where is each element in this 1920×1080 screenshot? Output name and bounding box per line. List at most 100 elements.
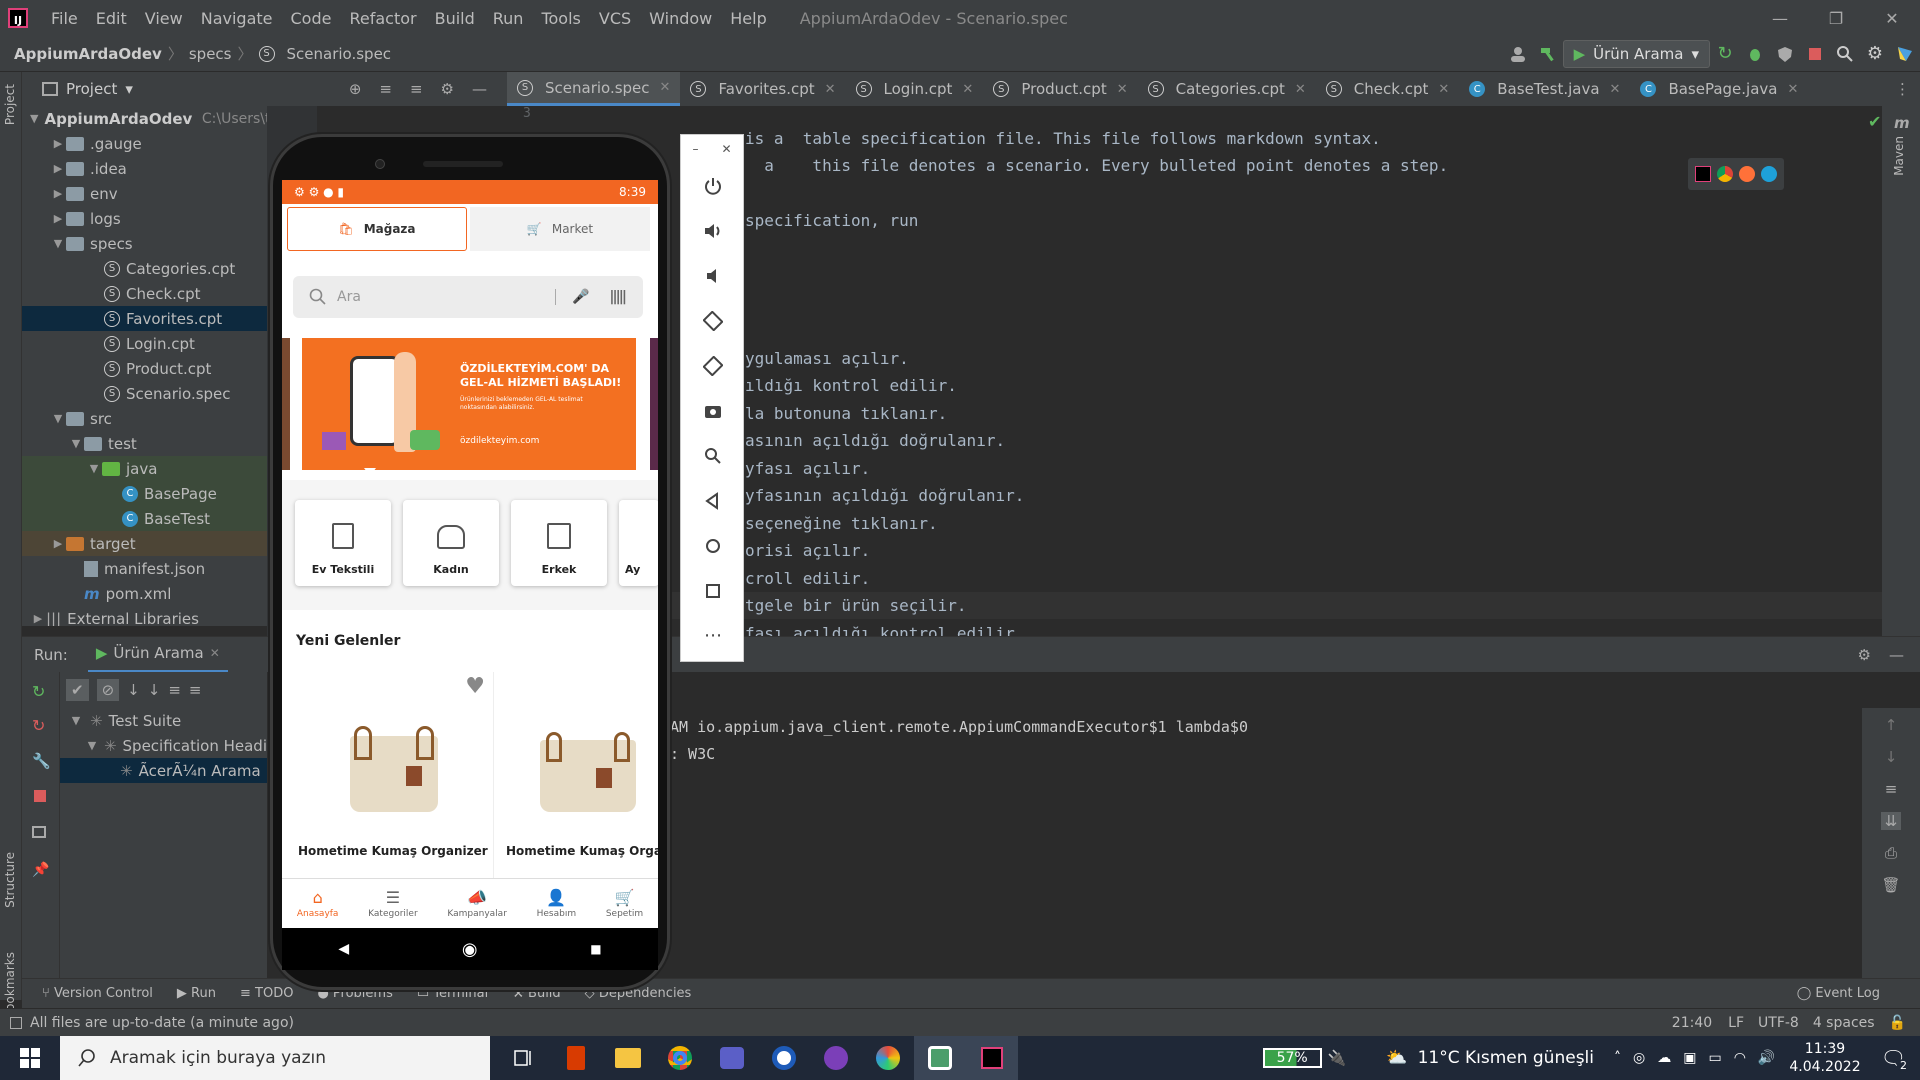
tree-row-root[interactable]: ▼AppiumArdaOdev C:\Users\testinium\IdeaP…: [22, 106, 267, 131]
coverage-shield-icon[interactable]: [1770, 39, 1800, 69]
intellij-browser-icon[interactable]: [1695, 166, 1711, 182]
tree-row-login[interactable]: S Login.cpt: [22, 331, 267, 356]
show-passed-icon[interactable]: ✔: [66, 679, 89, 701]
home-icon[interactable]: [681, 523, 745, 568]
menu-help[interactable]: Help: [721, 0, 775, 36]
scroll-to-end-icon[interactable]: ⇊: [1880, 812, 1902, 830]
status-message[interactable]: All files are up-to-date (a minute ago): [30, 1015, 294, 1031]
camera-tray-icon[interactable]: ◎: [1633, 1050, 1645, 1066]
tool-todo[interactable]: ≡ TODO: [240, 986, 293, 1001]
battery-tray-icon[interactable]: ▭: [1708, 1050, 1721, 1066]
category-erkek[interactable]: Erkek: [511, 500, 607, 586]
close-icon[interactable]: ✕: [962, 82, 973, 97]
inspection-ok-icon[interactable]: ✔: [1868, 112, 1881, 131]
firefox-icon[interactable]: [1739, 166, 1755, 182]
rotate-right-icon[interactable]: [681, 343, 745, 388]
volume-icon[interactable]: 🔊: [1758, 1050, 1775, 1066]
nav-account[interactable]: 👤 Hesabım: [537, 888, 577, 919]
menu-run[interactable]: Run: [484, 0, 533, 36]
tree-row-env[interactable]: ▶ env: [22, 181, 267, 206]
tab-basetest[interactable]: C BaseTest.java ✕: [1459, 72, 1630, 106]
wifi-icon[interactable]: ◠: [1734, 1050, 1746, 1066]
collapsed-arrow-icon[interactable]: ▶: [50, 137, 66, 150]
teams-app-icon[interactable]: [706, 1036, 758, 1080]
tree-row-idea[interactable]: ▶ .idea: [22, 156, 267, 181]
tab-categories[interactable]: S Categories.cpt ✕: [1138, 72, 1316, 106]
search-icon[interactable]: [1830, 39, 1860, 69]
tab-check[interactable]: S Check.cpt ✕: [1316, 72, 1459, 106]
structure-tool-tab[interactable]: Structure: [3, 852, 17, 908]
tab-product[interactable]: S Product.cpt ✕: [983, 72, 1137, 106]
tree-row-specs[interactable]: ▼ specs: [22, 231, 267, 256]
expanded-arrow-icon[interactable]: ▼: [68, 714, 84, 727]
menu-edit[interactable]: Edit: [87, 0, 136, 36]
tree-row-categories[interactable]: S Categories.cpt: [22, 256, 267, 281]
chevron-up-icon[interactable]: ˄: [1614, 1050, 1621, 1066]
minimize-icon[interactable]: –: [692, 142, 698, 156]
tree-row-pom[interactable]: m pom.xml: [22, 581, 267, 606]
overview-icon[interactable]: [681, 568, 745, 613]
close-icon[interactable]: ✕: [721, 142, 731, 156]
arrow-up-icon[interactable]: ↑: [1885, 716, 1898, 734]
arrow-down-icon[interactable]: ↓: [1885, 748, 1898, 766]
tree-row-logs[interactable]: ▶ logs: [22, 206, 267, 231]
app-icon-active[interactable]: [914, 1036, 966, 1080]
nav-categories[interactable]: ☰ Kategoriler: [368, 888, 417, 919]
onedrive-cloud-icon[interactable]: ☁: [1657, 1050, 1671, 1066]
collapse-all-icon[interactable]: ≡: [189, 681, 202, 699]
office-app-icon[interactable]: [550, 1036, 602, 1080]
back-icon[interactable]: [681, 478, 745, 523]
camera-screenshot-icon[interactable]: [681, 388, 745, 433]
pin-icon[interactable]: 📌: [32, 862, 49, 878]
nav-home[interactable]: ⌂ Anasayfa: [297, 888, 339, 919]
tab-store[interactable]: 🛍 Mağaza: [287, 207, 467, 251]
rerun-icon[interactable]: ↻: [1710, 39, 1740, 69]
heart-icon[interactable]: ♥: [465, 674, 485, 699]
tab-market[interactable]: 🛒 Market: [470, 207, 650, 251]
tree-row-scenario[interactable]: S Scenario.spec: [22, 381, 267, 406]
maximize-button[interactable]: ❐: [1808, 0, 1864, 36]
product-card[interactable]: ♥ Hometime Kumaş Organizer: [294, 672, 494, 882]
phone-screen[interactable]: ⚙ ⚙ ● ▮ 8:39 🛍 Mağaza 🛒 Market Ara 🎤 |||||…: [282, 180, 658, 928]
tab-login[interactable]: S Login.cpt ✕: [846, 72, 984, 106]
collapsed-arrow-icon[interactable]: ▶: [50, 212, 66, 225]
tree-row-basetest[interactable]: C BaseTest: [22, 506, 267, 531]
expanded-arrow-icon[interactable]: ▼: [86, 462, 102, 475]
indent-setting[interactable]: 4 spaces: [1813, 1015, 1875, 1031]
notification-center-icon[interactable]: 🗨 2: [1881, 1046, 1910, 1072]
app-icon-purple[interactable]: [810, 1036, 862, 1080]
category-ev-tekstili[interactable]: Ev Tekstili: [295, 500, 391, 586]
hide-icon[interactable]: —: [472, 80, 487, 98]
expanded-arrow-icon[interactable]: ▼: [68, 437, 84, 450]
chrome-icon[interactable]: [1717, 166, 1733, 182]
line-separator[interactable]: LF: [1728, 1015, 1744, 1031]
menu-build[interactable]: Build: [426, 0, 484, 36]
close-icon[interactable]: ✕: [210, 646, 220, 660]
tree-row-basepage[interactable]: C BasePage: [22, 481, 267, 506]
close-icon[interactable]: ✕: [1610, 82, 1621, 97]
collapsed-arrow-icon[interactable]: ▶: [30, 612, 46, 625]
expanded-arrow-icon[interactable]: ▼: [30, 112, 38, 125]
show-ignored-icon[interactable]: ⊘: [96, 679, 120, 701]
tab-scenario-spec[interactable]: S Scenario.spec ✕: [507, 72, 681, 106]
project-tool-tab[interactable]: Project: [3, 84, 17, 125]
category-kadin[interactable]: Kadın: [403, 500, 499, 586]
settings-gear-icon[interactable]: ⚙: [1860, 39, 1890, 69]
settings-gear-icon[interactable]: ⚙: [1858, 646, 1871, 664]
run-configuration-select[interactable]: ▶ Ürün Arama ▾: [1562, 39, 1710, 68]
weather-widget[interactable]: ⛅ 11°C Kısmen güneşli: [1386, 1048, 1594, 1068]
menu-file[interactable]: File: [42, 0, 87, 36]
product-card[interactable]: Hometime Kumaş Orgar: [502, 672, 658, 882]
nav-campaigns[interactable]: 📣 Kampanyalar: [447, 888, 507, 919]
tree-row-target[interactable]: ▶ target: [22, 531, 267, 556]
menu-navigate[interactable]: Navigate: [192, 0, 282, 36]
close-window-button[interactable]: ✕: [1864, 0, 1920, 36]
status-window-icon[interactable]: [10, 1016, 22, 1029]
barcode-icon[interactable]: |||||: [609, 289, 627, 305]
tree-row-favorites[interactable]: S Favorites.cpt: [22, 306, 267, 331]
tool-run[interactable]: ▶ Run: [177, 986, 216, 1001]
breadcrumb-project[interactable]: AppiumArdaOdev: [14, 45, 162, 63]
home-circle-icon[interactable]: ◉: [462, 939, 478, 960]
soft-wrap-icon[interactable]: ≡: [1885, 780, 1898, 798]
maven-icon[interactable]: m: [1894, 114, 1910, 132]
